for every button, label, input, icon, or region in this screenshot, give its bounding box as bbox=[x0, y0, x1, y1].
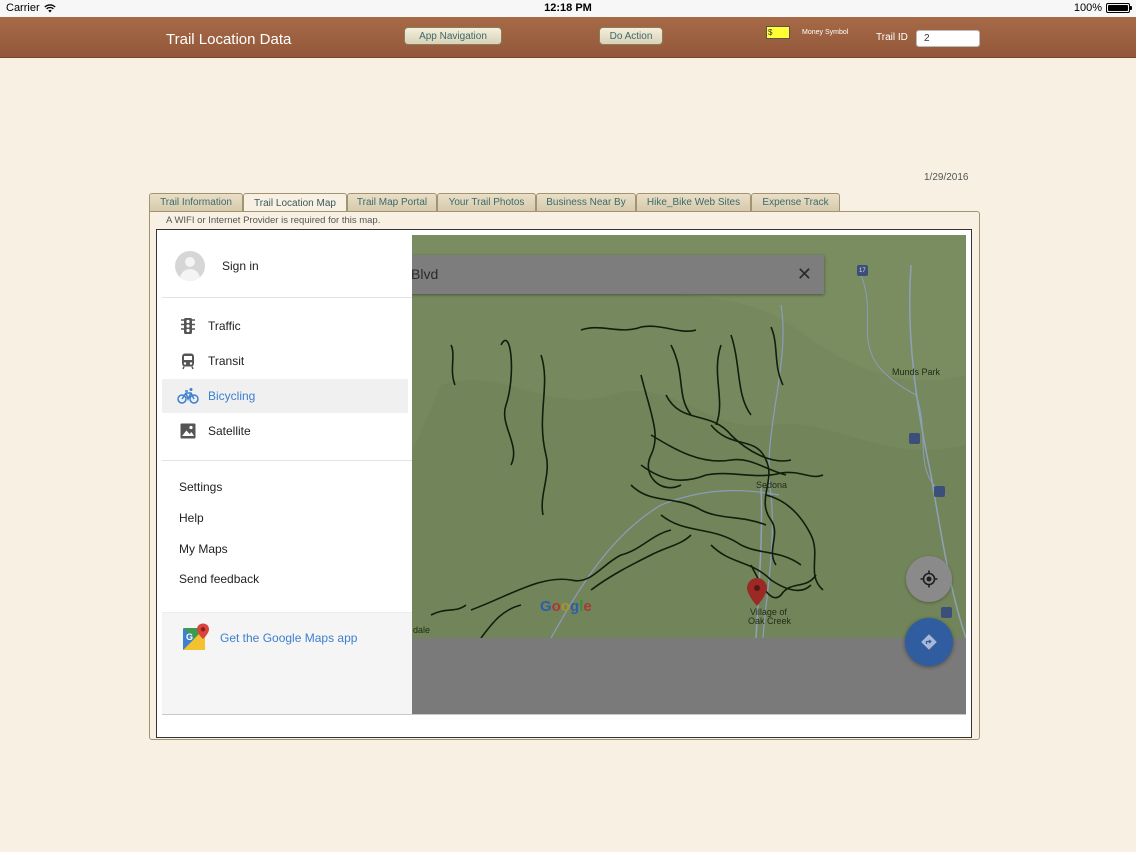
tab-trail-location-map[interactable]: Trail Location Map bbox=[243, 193, 347, 212]
menu-my-maps[interactable]: My Maps bbox=[179, 542, 228, 556]
tab-hike-bike-web-sites[interactable]: Hike_Bike Web Sites bbox=[636, 193, 751, 211]
sign-in-row[interactable]: Sign in bbox=[162, 235, 412, 298]
map-bottom-panel bbox=[411, 638, 966, 714]
battery-indicator: 100% bbox=[1073, 2, 1132, 14]
status-bar: Carrier 12:18 PM 100% bbox=[0, 0, 1136, 17]
my-location-button[interactable] bbox=[906, 556, 952, 602]
avatar bbox=[175, 251, 205, 281]
money-symbol-label: Money Symbol bbox=[802, 29, 849, 36]
map-label-dale: dale bbox=[413, 625, 431, 635]
layer-item-satellite[interactable]: Satellite bbox=[162, 414, 408, 448]
layer-item-transit[interactable]: Transit bbox=[162, 344, 408, 378]
directions-icon bbox=[921, 634, 937, 650]
date-label: 1/29/2016 bbox=[924, 172, 969, 183]
trail-id-label: Trail ID bbox=[876, 32, 908, 43]
app-header: Trail Location Data App Navigation Do Ac… bbox=[0, 17, 1136, 58]
layer-item-bicycling[interactable]: Bicycling bbox=[162, 379, 408, 413]
map-search-input[interactable]: Blvd bbox=[411, 266, 438, 282]
tab-bar: Trail Information Trail Location Map Tra… bbox=[149, 193, 840, 212]
layer-label-bicycling: Bicycling bbox=[208, 389, 256, 403]
menu-help[interactable]: Help bbox=[179, 511, 204, 525]
tab-expense-track[interactable]: Expense Track bbox=[751, 193, 840, 211]
layer-label-satellite: Satellite bbox=[208, 424, 251, 438]
tab-your-trail-photos[interactable]: Your Trail Photos bbox=[437, 193, 536, 211]
bicycle-icon bbox=[177, 388, 199, 404]
traffic-light-icon bbox=[181, 318, 195, 334]
money-symbol-field[interactable]: $ bbox=[766, 26, 790, 39]
battery-fill bbox=[1108, 5, 1128, 11]
app-navigation-button[interactable]: App Navigation bbox=[404, 27, 502, 45]
map-view[interactable] bbox=[411, 235, 966, 638]
map-side-drawer: Sign in Traffic Transit Bicycling Satell… bbox=[162, 235, 412, 714]
get-maps-app-label: Get the Google Maps app bbox=[220, 631, 358, 645]
wifi-note: A WIFI or Internet Provider is required … bbox=[166, 215, 381, 226]
google-maps-app-icon: G bbox=[183, 623, 209, 650]
map-label-village-line2: Oak Creek bbox=[748, 616, 792, 626]
sign-in-label: Sign in bbox=[222, 259, 259, 273]
map-search-bar[interactable]: Blvd ✕ bbox=[411, 255, 824, 294]
battery-icon bbox=[1106, 3, 1132, 13]
close-icon[interactable]: ✕ bbox=[797, 264, 812, 285]
do-action-button[interactable]: Do Action bbox=[599, 27, 663, 45]
battery-percent: 100% bbox=[1073, 2, 1102, 14]
frame-bottom-line bbox=[162, 714, 966, 715]
menu-settings[interactable]: Settings bbox=[179, 480, 222, 494]
layer-label-transit: Transit bbox=[208, 354, 245, 368]
layer-label-traffic: Traffic bbox=[208, 319, 241, 333]
tab-trail-map-portal[interactable]: Trail Map Portal bbox=[347, 193, 437, 211]
tab-trail-information[interactable]: Trail Information bbox=[149, 193, 243, 211]
layer-item-traffic[interactable]: Traffic bbox=[162, 309, 408, 343]
crosshair-icon bbox=[920, 570, 938, 588]
drawer-divider bbox=[162, 460, 412, 461]
status-time: 12:18 PM bbox=[544, 2, 592, 14]
app-title: Trail Location Data bbox=[166, 31, 292, 48]
map-label-munds-park: Munds Park bbox=[892, 367, 941, 377]
get-maps-app-link[interactable]: G Get the Google Maps app bbox=[162, 612, 412, 714]
highway-shield-label: 17 bbox=[859, 268, 866, 274]
transit-icon bbox=[182, 353, 194, 370]
trail-id-input[interactable] bbox=[916, 30, 980, 47]
tab-business-near-by[interactable]: Business Near By bbox=[536, 193, 636, 211]
satellite-icon bbox=[180, 423, 196, 439]
google-logo: Google bbox=[540, 598, 592, 615]
map-canvas bbox=[411, 235, 966, 638]
map-label-sedona: Sedona bbox=[756, 480, 788, 490]
menu-send-feedback[interactable]: Send feedback bbox=[179, 572, 259, 586]
svg-text:G: G bbox=[186, 632, 193, 642]
directions-button[interactable] bbox=[905, 618, 953, 666]
